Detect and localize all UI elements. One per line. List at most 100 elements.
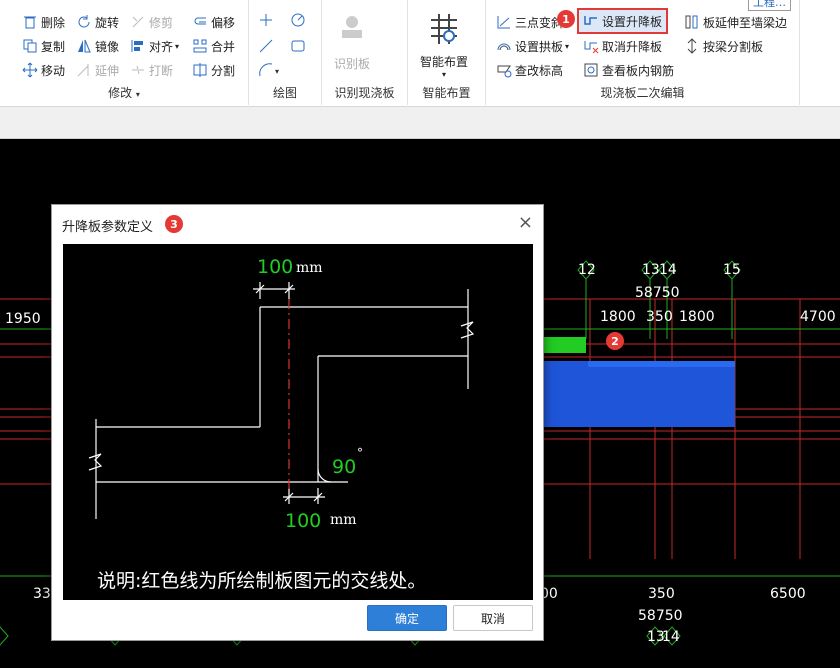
smart-layout-group: 智能布置 ▾ 智能布置 [408, 0, 486, 105]
copy-icon [22, 38, 38, 54]
close-icon[interactable]: × [518, 212, 533, 233]
copy-button[interactable]: 复制 [22, 36, 65, 56]
extend-slab-icon [684, 14, 700, 30]
dim-bottom-33: 33 [33, 586, 51, 602]
arc-tool-icon[interactable]: ▾ [258, 62, 282, 78]
axis-label-12: 12 [578, 262, 596, 278]
set-arch-slab-label: 设置拱板 [515, 39, 564, 54]
split-button[interactable]: 分割 [192, 60, 235, 80]
axis-label-15: 15 [723, 262, 741, 278]
extend-slab-label: 板延伸至墙梁边 [703, 15, 788, 30]
recognize-slab-button[interactable]: 识别板 [328, 12, 376, 72]
set-raised-slab-button[interactable]: 设置升降板 [577, 8, 669, 34]
dim-total-top: 58750 [635, 285, 680, 301]
angle-unit: ° [357, 446, 363, 460]
align-label: 对齐 [149, 39, 174, 54]
three-point-slope-button[interactable]: 三点变斜 [496, 12, 563, 32]
merge-button[interactable]: 合并 [192, 36, 235, 56]
dim-bottom-350: 350 [648, 586, 675, 602]
set-raised-slab-label: 设置升降板 [602, 14, 663, 29]
rotate-button[interactable]: 旋转 [76, 12, 119, 32]
check-elevation-label: 查改标高 [515, 63, 564, 78]
align-button[interactable]: 对齐 ▾ [130, 36, 179, 56]
check-elevation-button[interactable]: 查改标高 [496, 60, 563, 80]
view-rebar-button[interactable]: 查看板内钢筋 [583, 60, 674, 80]
extend-button[interactable]: 延伸 [76, 60, 119, 80]
dim-bottom-value: 100 [285, 510, 322, 532]
blue-slab[interactable] [540, 361, 735, 427]
dim-top-unit: mm [296, 260, 323, 276]
rectangle-tool-icon[interactable] [290, 38, 306, 54]
extend-slab-to-wall-button[interactable]: 板延伸至墙梁边 [684, 12, 787, 32]
smart-layout-dropdown-icon[interactable]: ▾ [442, 70, 446, 79]
axis-label-13: 13 [642, 262, 660, 278]
delete-icon [22, 14, 38, 30]
delete-button[interactable]: 删除 [22, 12, 65, 32]
split-icon [192, 62, 208, 78]
merge-label: 合并 [211, 39, 236, 54]
smart-layout-icon [427, 12, 461, 49]
smart-layout-group-title: 智能布置 [422, 86, 471, 100]
split-label: 分割 [211, 63, 236, 78]
rotate-label: 旋转 [95, 15, 120, 30]
step-badge-3: 3 [165, 215, 183, 233]
split-by-beam-button[interactable]: 按梁分割板 [684, 36, 763, 56]
diagram-note: 说明:红色线为所绘制板图元的交线处。 [97, 570, 427, 592]
raised-slab-diagram: 100 mm 90 ° 100 mm 说明:红色线为所绘制板图元的交线处。 [63, 244, 533, 600]
align-icon [130, 38, 146, 54]
break-label: 打断 [149, 63, 174, 78]
split-by-beam-icon [684, 38, 700, 54]
raised-slab-icon [583, 13, 599, 29]
extend-label: 延伸 [95, 63, 120, 78]
dim-total-bottom: 58750 [638, 608, 683, 624]
slab-edit-group: 三点变斜 设置升降板 板延伸至墙梁边 设置拱板 ▾ 取消升降板 按梁分割板 查改… [486, 0, 800, 105]
view-rebar-icon [583, 62, 599, 78]
split-by-beam-label: 按梁分割板 [703, 39, 764, 54]
group-dropdown-icon: ▾ [135, 90, 140, 99]
raised-slab-params-dialog: 升降板参数定义 3 × 100 mm 90 ° 100 mm 说明:红色线为所绘… [51, 204, 544, 641]
set-arch-slab-button[interactable]: 设置拱板 ▾ [496, 36, 569, 56]
confirm-button[interactable]: 确定 [367, 605, 447, 631]
green-slab[interactable] [540, 337, 586, 353]
extend-icon [76, 62, 92, 78]
diagram-lines [88, 282, 475, 519]
merge-icon [192, 38, 208, 54]
break-icon [130, 62, 146, 78]
break-button[interactable]: 打断 [130, 60, 173, 80]
delete-label: 删除 [41, 15, 66, 30]
step-badge-1: 1 [557, 10, 575, 28]
mirror-button[interactable]: 镜像 [76, 36, 119, 56]
align-dropdown-icon[interactable]: ▾ [175, 42, 179, 51]
dim-bottom-6500: 6500 [770, 586, 806, 602]
trim-icon [130, 14, 146, 30]
recognize-slab-label: 识别板 [333, 57, 370, 71]
cancel-raised-slab-label: 取消升降板 [602, 39, 663, 54]
offset-icon [192, 14, 208, 30]
offset-button[interactable]: 偏移 [192, 12, 235, 32]
mirror-icon [76, 38, 92, 54]
check-elevation-icon [496, 62, 512, 78]
top-right-fragment: 工程… [748, 0, 791, 11]
three-point-slope-label: 三点变斜 [515, 15, 564, 30]
dim-bottom-unit: mm [330, 512, 357, 528]
dim-4700: 4700 [800, 309, 836, 325]
recognize-slab-icon [337, 12, 367, 45]
step-badge-2: 2 [606, 332, 624, 350]
line-tool-icon[interactable] [258, 38, 274, 54]
dim-350: 350 [646, 309, 673, 325]
trim-button[interactable]: 修剪 [130, 12, 173, 32]
cancel-raised-slab-button[interactable]: 取消升降板 [583, 36, 662, 56]
circle-tool-icon[interactable] [290, 12, 306, 28]
recognize-group-title: 识别现浇板 [334, 86, 395, 100]
arch-slab-dropdown-icon[interactable]: ▾ [565, 42, 569, 51]
modify-group-title[interactable]: 修改 ▾ [0, 84, 248, 101]
ribbon-toolbar: 删除 旋转 修剪 偏移 复制 镜像 对齐 ▾ 合并 移动 延伸 打断 分割 修改… [0, 0, 840, 107]
point-tool-icon[interactable] [258, 12, 274, 28]
move-label: 移动 [41, 63, 66, 78]
smart-layout-button[interactable]: 智能布置 ▾ [414, 12, 474, 79]
move-button[interactable]: 移动 [22, 60, 65, 80]
draw-group-title: 绘图 [272, 86, 297, 100]
cancel-button[interactable]: 取消 [453, 605, 533, 631]
angle-value: 90 [332, 456, 357, 478]
smart-layout-label: 智能布置 [419, 55, 468, 69]
